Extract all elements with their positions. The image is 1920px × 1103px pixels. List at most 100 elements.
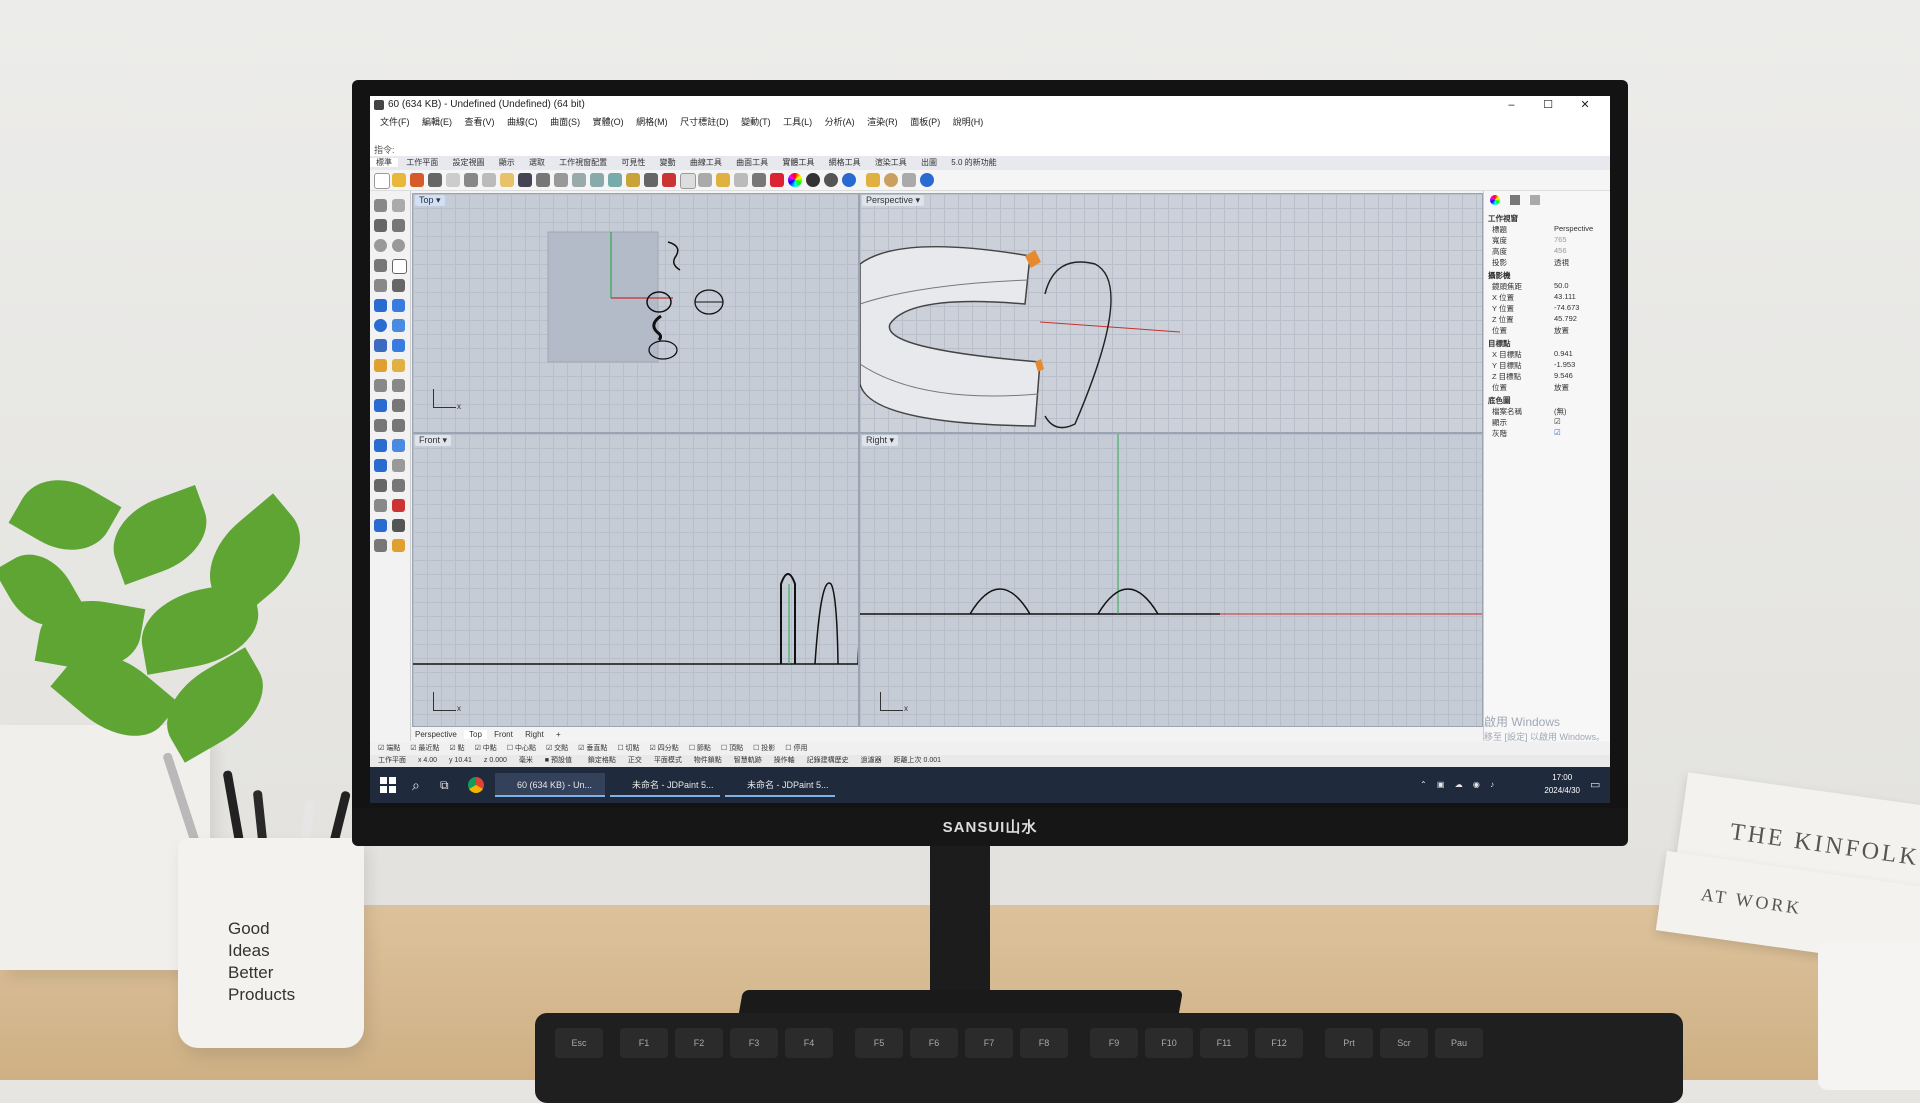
paste-icon[interactable] [500, 173, 514, 187]
status-osnap[interactable]: 物件鎖點 [694, 757, 722, 764]
vp-tab-add[interactable]: + [551, 730, 566, 739]
lights-icon[interactable] [392, 479, 405, 492]
new-file-icon[interactable] [374, 173, 390, 189]
tab-viewport-layout[interactable]: 工作視窗配置 [553, 158, 613, 167]
tab-select[interactable]: 選取 [523, 158, 551, 167]
menu-render[interactable]: 渲染(R) [867, 117, 898, 127]
osnap-item[interactable]: ☑ 交點 [546, 745, 568, 752]
rotate-view-icon[interactable] [554, 173, 568, 187]
rectangle-icon[interactable] [392, 259, 407, 274]
camera-y-field[interactable]: -74.673 [1554, 303, 1579, 312]
projection-select[interactable]: 透視 [1554, 257, 1569, 268]
tab-visibility[interactable]: 可見性 [615, 158, 651, 167]
layers-icon[interactable] [374, 539, 387, 552]
osnap-item[interactable]: ☐ 節點 [689, 745, 711, 752]
tray-icons[interactable]: ⌃ ▣ ☁ ◉ ♪ [1420, 773, 1500, 797]
menu-file[interactable]: 文件(F) [380, 117, 410, 127]
status-grid-snap[interactable]: 鎖定格點 [588, 757, 616, 764]
osnap-item[interactable]: ☐ 中心點 [507, 745, 536, 752]
osnap-item[interactable]: ☐ 投影 [753, 745, 775, 752]
menu-dimension[interactable]: 尺寸標註(D) [680, 117, 729, 127]
ellipse-icon[interactable] [392, 239, 405, 252]
arc-icon[interactable] [374, 259, 387, 272]
check-icon[interactable] [374, 519, 387, 532]
shaded-icon[interactable] [806, 173, 820, 187]
box-icon[interactable] [392, 319, 405, 332]
osnap-item[interactable]: ☑ 最近點 [410, 745, 439, 752]
menu-mesh[interactable]: 網格(M) [636, 117, 668, 127]
show-checkbox[interactable]: ☑ [1554, 417, 1561, 426]
osnap-item[interactable]: ☐ 切點 [617, 745, 639, 752]
undo-icon[interactable] [518, 173, 532, 187]
split-icon[interactable] [392, 359, 405, 372]
notification-icon[interactable]: ▭ [1590, 773, 1604, 797]
select-icon[interactable] [662, 173, 676, 187]
maximize-button[interactable]: ☐ [1531, 96, 1565, 114]
dimension-icon[interactable] [374, 459, 387, 472]
help-icon[interactable] [866, 173, 880, 187]
status-filter[interactable]: 過濾器 [861, 757, 882, 764]
block-icon[interactable] [392, 499, 405, 512]
tab-drafting[interactable]: 出圖 [915, 158, 943, 167]
cut-icon[interactable] [464, 173, 478, 187]
menu-surface[interactable]: 曲面(S) [550, 117, 580, 127]
light-icon[interactable] [734, 173, 748, 187]
save-icon[interactable] [410, 173, 424, 187]
move-icon[interactable] [374, 399, 387, 412]
vp-tab-top[interactable]: Top [464, 730, 487, 739]
status-gumball[interactable]: 操作軸 [774, 757, 795, 764]
menu-transform[interactable]: 變動(T) [741, 117, 771, 127]
menu-tools[interactable]: 工具(L) [783, 117, 812, 127]
vp-tab-perspective[interactable]: Perspective [410, 730, 462, 739]
camera-z-field[interactable]: 45.792 [1554, 314, 1577, 323]
join-icon[interactable] [392, 379, 405, 392]
array-icon[interactable] [392, 439, 405, 452]
tab-display[interactable]: 顯示 [493, 158, 521, 167]
vp-tab-right[interactable]: Right [520, 730, 549, 739]
menu-help[interactable]: 說明(H) [953, 117, 984, 127]
menu-panels[interactable]: 面板(P) [910, 117, 940, 127]
material-icon[interactable] [770, 173, 784, 187]
boolean-icon[interactable] [374, 359, 387, 372]
status-history[interactable]: 記錄建構歷史 [807, 757, 849, 764]
task-jdpaint-1[interactable]: 未命名 - JDPaint 5... [610, 773, 720, 797]
vp-tab-front[interactable]: Front [489, 730, 518, 739]
menu-view[interactable]: 查看(V) [465, 117, 495, 127]
menu-curve[interactable]: 曲線(C) [507, 117, 538, 127]
curve-icon[interactable] [392, 219, 405, 232]
tab-set-view[interactable]: 設定視圖 [446, 158, 490, 167]
lights-icon[interactable] [1530, 195, 1541, 205]
task-rhino[interactable]: 60 (634 KB) - Un... [495, 773, 605, 797]
rotate-icon[interactable] [374, 419, 387, 432]
mesh-icon[interactable] [374, 339, 387, 352]
extrude-icon[interactable] [374, 299, 387, 312]
lens-length-field[interactable]: 50.0 [1554, 281, 1569, 290]
options-icon[interactable] [884, 173, 898, 187]
tab-solid-tools[interactable]: 實體工具 [776, 158, 820, 167]
circle-icon[interactable] [374, 239, 387, 252]
status-planar[interactable]: 平面模式 [654, 757, 682, 764]
mirror-icon[interactable] [374, 439, 387, 452]
paint-icon[interactable] [392, 539, 405, 552]
prop-value[interactable]: Perspective [1554, 224, 1593, 233]
scale-icon[interactable] [392, 419, 405, 432]
color-wheel-icon[interactable] [788, 173, 802, 187]
task-view-icon[interactable]: ⧉ [440, 773, 456, 797]
camera-place-button[interactable]: 放置 [1554, 325, 1569, 336]
menu-analyze[interactable]: 分析(A) [825, 117, 855, 127]
target-x-field[interactable]: 0.941 [1554, 349, 1573, 358]
target-y-field[interactable]: -1.953 [1554, 360, 1575, 369]
windows-start-icon[interactable] [380, 773, 396, 797]
open-file-icon[interactable] [392, 173, 406, 187]
viewport-top[interactable]: Top ▾ x [412, 193, 859, 433]
tab-cplanes[interactable]: 工作平面 [400, 158, 444, 167]
target-place-button[interactable]: 放置 [1554, 382, 1569, 393]
zoom-icon[interactable] [572, 173, 586, 187]
osnap-item[interactable]: ☐ 頂點 [721, 745, 743, 752]
text-icon[interactable] [392, 459, 405, 472]
select-arrow-icon[interactable] [374, 199, 387, 212]
tab-standard[interactable]: 標準 [370, 158, 398, 167]
copy-object-icon[interactable] [392, 399, 405, 412]
status-ortho[interactable]: 正交 [628, 757, 642, 764]
layers-icon[interactable] [1510, 195, 1521, 205]
